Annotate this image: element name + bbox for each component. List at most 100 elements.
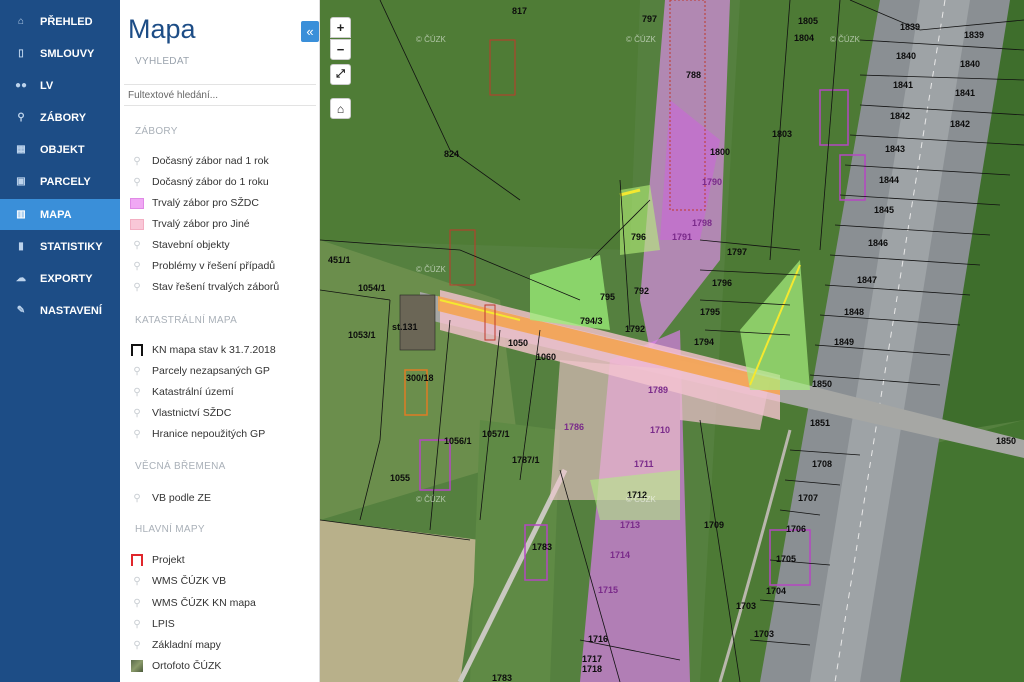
parcel-label: 451/1: [328, 255, 351, 265]
layer-item[interactable]: Ortofoto ČÚZK: [130, 657, 316, 675]
layer-item[interactable]: ⚲ WMS ČÚZK KN mapa: [130, 594, 316, 612]
parcel-label: 1704: [766, 586, 786, 596]
parcel-label: 1714: [610, 550, 630, 560]
parcel-label: 1703: [754, 629, 774, 639]
parcel-label: 1054/1: [358, 283, 386, 293]
page-title: Mapa: [128, 14, 196, 44]
nav-item-lv[interactable]: ●● LV: [0, 70, 120, 101]
parcel-label: 1783: [532, 542, 552, 552]
watermark-label: © ČÚZK: [626, 495, 657, 504]
nav-item-mapa[interactable]: ▥ MAPA: [0, 199, 120, 230]
layer-panel: Mapa « VYHLEDAT ZÁBORY ⚲ Dočasný zábor na…: [120, 0, 320, 682]
nav-item-zabory[interactable]: ⚲ ZÁBORY: [0, 102, 120, 133]
map-icon: ▥: [16, 209, 26, 220]
layer-label: Vlastnictví SŽDC: [152, 407, 232, 419]
layer-label: Katastrální území: [152, 386, 234, 398]
layer-item[interactable]: ⚲ Problémy v řešení případů: [130, 257, 316, 275]
map-canvas[interactable]: 817 797 788 1805 1804 1839 1839 1840 184…: [320, 0, 1024, 682]
layer-item[interactable]: ⚲ Dočasný zábor do 1 roku: [130, 173, 316, 191]
layer-label: VB podle ZE: [152, 492, 211, 504]
layer-item[interactable]: ⚲ Stav řešení trvalých záborů: [130, 278, 316, 296]
parcel-label: 1800: [710, 147, 730, 157]
layer-item[interactable]: ⚲ Dočasný zábor nad 1 rok: [130, 152, 316, 170]
nav-item-objekt[interactable]: ▦ OBJEKT: [0, 134, 120, 165]
parcel-label: 1050: [508, 338, 528, 348]
search-input[interactable]: [124, 84, 316, 106]
parcel-label: 788: [686, 70, 701, 80]
cloud-download-icon: ☁: [16, 273, 26, 284]
parcel-label: 1787/1: [512, 455, 540, 465]
nav-item-nastaveni[interactable]: ✎ NASTAVENÍ: [0, 295, 120, 326]
parcel-label: 1783: [492, 673, 512, 682]
parcel-label: 1798: [692, 218, 712, 228]
section-title-katastralni-mapa: KATASTRÁLNÍ MAPA: [135, 315, 238, 326]
parcel-label: 1841: [955, 88, 975, 98]
nav-item-label: NASTAVENÍ: [40, 304, 102, 317]
parcel-label: 1840: [960, 59, 980, 69]
pin-icon: ⚲: [133, 618, 141, 630]
parcel-label: 1795: [700, 307, 720, 317]
layer-item[interactable]: ⚲ VB podle ZE: [130, 489, 316, 507]
layer-item[interactable]: ⚲ Vlastnictví SŽDC: [130, 404, 316, 422]
layer-label: Problémy v řešení případů: [152, 260, 276, 272]
expand-icon: ⤢: [336, 68, 345, 80]
parcel-label: 1796: [712, 278, 732, 288]
app-window: ⌂ PŘEHLED ▯ SMLOUVY ●● LV ⚲ ZÁBORY ▦ OBJ…: [0, 0, 1024, 682]
nav-item-label: EXPORTY: [40, 272, 93, 285]
layer-label: Stavební objekty: [152, 239, 230, 251]
layer-item[interactable]: Trvalý zábor pro Jiné: [130, 215, 316, 233]
layer-item[interactable]: ⚲ Katastrální území: [130, 383, 316, 401]
ortophoto-icon: [131, 660, 143, 672]
pin-icon: ⚲: [133, 639, 141, 651]
layer-item[interactable]: ⚲ Stavební objekty: [130, 236, 316, 254]
nav-item-label: MAPA: [40, 208, 72, 221]
parcel-label: 796: [631, 232, 646, 242]
parcel-label: 1848: [844, 307, 864, 317]
layer-item[interactable]: Trvalý zábor pro SŽDC: [130, 194, 316, 212]
home-icon: ⌂: [336, 101, 345, 116]
layer-label: Základní mapy: [152, 639, 221, 651]
pin-icon: ⚲: [17, 112, 25, 123]
parcel-label: 1705: [776, 554, 796, 564]
layer-item[interactable]: ⚲ LPIS: [130, 615, 316, 633]
bar-chart-icon: ▮: [18, 241, 24, 252]
parcel-label: st.131: [392, 322, 418, 332]
layer-label: LPIS: [152, 618, 175, 630]
zoom-out-button[interactable]: −: [330, 39, 351, 60]
full-extent-button[interactable]: ⤢: [330, 64, 351, 85]
layer-label: Dočasný zábor nad 1 rok: [152, 155, 269, 167]
watermark-label: © ČÚZK: [416, 495, 447, 504]
parcel-label: 1060: [536, 352, 556, 362]
watermark-label: © ČÚZK: [416, 35, 447, 44]
home-view-button[interactable]: ⌂: [330, 98, 351, 119]
parcel-label: 1842: [950, 119, 970, 129]
pink-swatch-icon: [130, 197, 144, 209]
nav-item-parcely[interactable]: ▣ PARCELY: [0, 166, 120, 197]
pin-icon: ⚲: [133, 407, 141, 419]
parcel-label: 1791: [672, 232, 692, 242]
nav-item-smlouvy[interactable]: ▯ SMLOUVY: [0, 38, 120, 69]
layer-item[interactable]: KN mapa stav k 31.7.2018: [130, 341, 316, 359]
nav-item-exporty[interactable]: ☁ EXPORTY: [0, 263, 120, 294]
zoom-in-button[interactable]: +: [330, 17, 351, 38]
layer-item[interactable]: ⚲ Základní mapy: [130, 636, 316, 654]
parcel-label: 1706: [786, 524, 806, 534]
nav-item-prehled[interactable]: ⌂ PŘEHLED: [0, 6, 120, 37]
collapse-panel-button[interactable]: «: [301, 21, 319, 42]
parcel-label: 795: [600, 292, 615, 302]
pin-icon: ⚲: [133, 176, 141, 188]
pin-icon: ⚲: [133, 575, 141, 587]
nav-item-label: LV: [40, 79, 54, 92]
parcel-label: 1839: [900, 22, 920, 32]
nav-item-statistiky[interactable]: ▮ STATISTIKY: [0, 231, 120, 262]
layer-item[interactable]: Projekt: [130, 551, 316, 569]
red-outline-icon: [131, 554, 143, 566]
layer-item[interactable]: ⚲ Hranice nepoužitých GP: [130, 425, 316, 443]
parcel-label: 1057/1: [482, 429, 510, 439]
parcel-label: 1805: [798, 16, 818, 26]
layer-item[interactable]: ⚲ Parcely nezapsaných GP: [130, 362, 316, 380]
layer-label: KN mapa stav k 31.7.2018: [152, 344, 276, 356]
layer-item[interactable]: ⚲ WMS ČÚZK VB: [130, 572, 316, 590]
parcel-label: 1703: [736, 601, 756, 611]
pin-icon: ⚲: [133, 386, 141, 398]
